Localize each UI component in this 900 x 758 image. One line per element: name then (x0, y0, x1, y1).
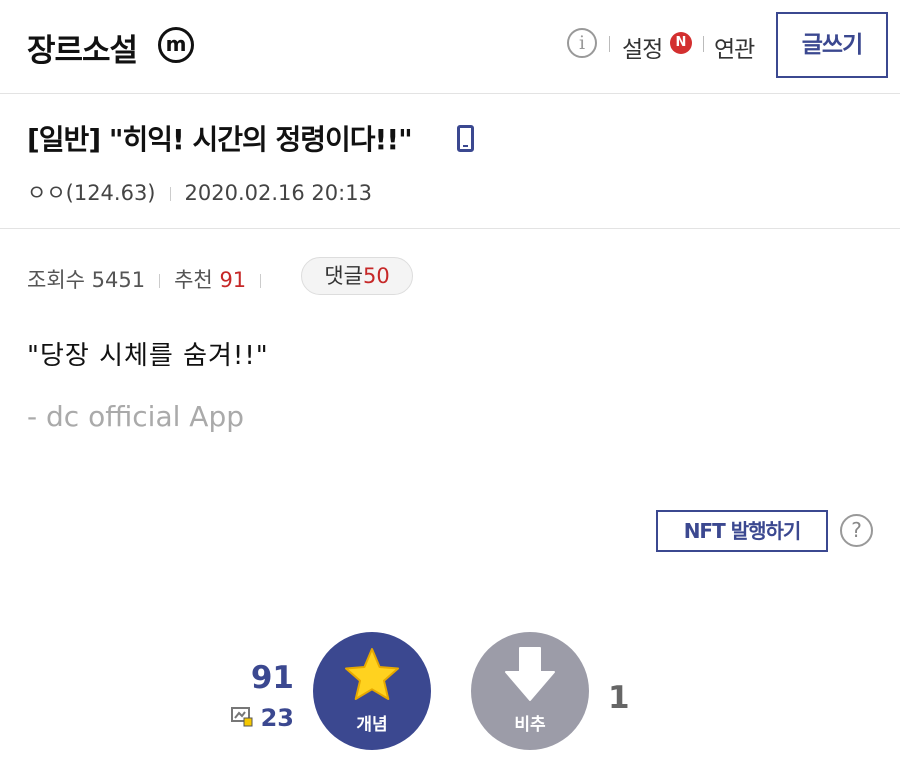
upvote-button[interactable]: 개념 (313, 632, 431, 750)
author-name[interactable]: ㅇㅇ(124.63) (27, 181, 156, 205)
divider (169, 187, 171, 201)
gallery-header: 장르소설 m i 설정 N 연관 글쓰기 (0, 0, 900, 94)
arrow-down-icon (505, 647, 555, 701)
new-badge: N (670, 32, 692, 54)
views-count: 5451 (91, 268, 146, 292)
recommend-label: 추천 (174, 268, 213, 292)
help-icon[interactable]: ? (840, 514, 873, 547)
section-divider (0, 228, 900, 229)
settings-link[interactable]: 설정 (622, 30, 663, 64)
comments-label: 댓글 (324, 264, 363, 288)
post-meta: ㅇㅇ(124.63) 2020.02.16 20:13 (27, 177, 372, 207)
nft-issue-button[interactable]: NFT 발행하기 (656, 510, 828, 552)
downvote-count: 1 (608, 680, 630, 716)
divider (159, 274, 161, 288)
info-icon[interactable]: i (567, 28, 597, 58)
fixed-user-count: 23 (260, 704, 294, 732)
gallery-title[interactable]: 장르소설 (27, 25, 138, 70)
downvote-button[interactable]: 비추 (471, 632, 589, 750)
post-title: [일반] "히익! 시간의 정령이다!!" (27, 123, 413, 156)
related-link[interactable]: 연관 (714, 30, 755, 64)
recommend-count: 91 (219, 268, 247, 292)
divider (703, 36, 704, 52)
views-label: 조회수 (27, 268, 85, 292)
downvote-label: 비추 (514, 715, 546, 735)
star-icon (345, 648, 399, 700)
app-signature: - dc official App (27, 400, 244, 433)
upvote-label: 개념 (356, 715, 388, 735)
post-stats: 조회수 5451 추천 91 (27, 264, 275, 294)
minor-gallery-icon: m (158, 27, 194, 63)
upvote-count: 91 (250, 660, 294, 696)
comments-count: 50 (362, 264, 390, 288)
mobile-icon (457, 125, 474, 152)
divider (609, 36, 610, 52)
comments-button[interactable]: 댓글50 (301, 257, 413, 295)
post-datetime: 2020.02.16 20:13 (184, 181, 372, 205)
divider (260, 274, 262, 288)
post-body: "당장 시체를 숨겨!!" (27, 341, 269, 371)
write-button[interactable]: 글쓰기 (776, 12, 888, 78)
